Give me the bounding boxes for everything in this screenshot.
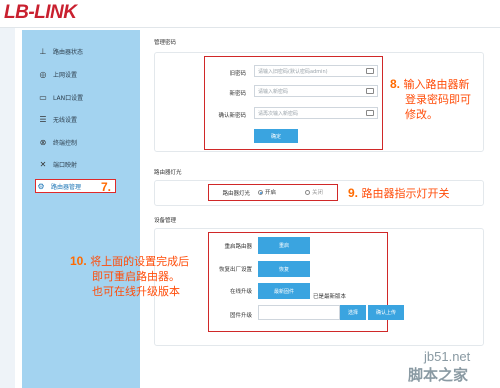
- factory-reset-button[interactable]: 恢复: [258, 261, 310, 277]
- new-password-input[interactable]: 请输入新密码: [254, 85, 378, 97]
- factory-reset-label: 恢复出厂设置: [218, 267, 252, 273]
- radio-selected-icon: [258, 190, 263, 195]
- port-mapping-icon: ✕: [39, 159, 47, 169]
- device-section-title: 设备管理: [154, 218, 177, 224]
- keyboard-icon[interactable]: [366, 88, 374, 94]
- sidebar-item-label: 路由器状态: [53, 48, 84, 56]
- confirm-password-button[interactable]: 确定: [254, 129, 298, 143]
- annotation-9: 9. 路由器指示灯开关: [348, 186, 450, 200]
- reboot-label: 重启路由器: [224, 244, 252, 250]
- latest-firmware-button[interactable]: 最新固件: [258, 283, 310, 299]
- light-label: 路由器灯光: [222, 191, 250, 197]
- firmware-file-input[interactable]: [258, 305, 340, 320]
- annotation-7: 7.: [101, 180, 112, 194]
- online-upgrade-label: 在线升级: [229, 289, 252, 295]
- old-password-input[interactable]: 请输入旧密码(默认密码admin): [254, 65, 378, 77]
- sidebar-item-internet-settings[interactable]: ◎ 上网设置: [38, 67, 138, 81]
- router-status-icon: ⊥: [39, 46, 47, 56]
- firmware-upgrade-label: 固件升级: [229, 313, 252, 319]
- confirm-password-label: 确认新密码: [218, 113, 246, 119]
- sidebar-item-wireless-settings[interactable]: ☰ 无线设置: [38, 112, 138, 126]
- sidebar-item-label: 终端控制: [53, 139, 78, 147]
- password-section-title: 管理密码: [154, 40, 177, 46]
- globe-icon: ◎: [39, 69, 47, 79]
- new-password-label: 新密码: [229, 91, 246, 97]
- sidebar-item-terminal-control[interactable]: ⊗ 终端控制: [38, 135, 138, 149]
- keyboard-icon[interactable]: [366, 68, 374, 74]
- confirm-upload-button[interactable]: 确认上传: [368, 305, 404, 320]
- annotation-8: 8. 输入路由器新 登录密码即可 修改。: [390, 77, 471, 121]
- sidebar-item-label: 无线设置: [53, 116, 78, 124]
- sidebar-item-label: 上网设置: [53, 71, 78, 79]
- online-upgrade-status: 已是最新版本: [313, 294, 347, 300]
- light-off-radio[interactable]: 关闭: [305, 188, 323, 196]
- gear-icon: ⚙: [37, 181, 45, 191]
- wifi-icon: ☰: [39, 114, 47, 124]
- watermark-site: jb51.net: [424, 349, 471, 364]
- sidebar-item-label: LAN口设置: [53, 94, 84, 102]
- top-header: LB-LINK: [0, 0, 500, 28]
- lb-link-logo: LB-LINK: [4, 2, 77, 23]
- old-password-label: 旧密码: [229, 71, 246, 77]
- light-section-title: 路由器灯光: [154, 170, 182, 176]
- sidebar: ⊥ 路由器状态 ◎ 上网设置 ▭ LAN口设置 ☰ 无线设置 ⊗ 终端控制 ✕ …: [22, 30, 140, 388]
- radio-unselected-icon: [305, 190, 310, 195]
- confirm-password-input[interactable]: 请再次输入新密码: [254, 107, 378, 119]
- sidebar-item-port-mapping[interactable]: ✕ 端口映射: [38, 157, 138, 171]
- annotation-10: 10. 将上面的设置完成后 即可重启路由器。 也可在线升级版本: [70, 254, 190, 298]
- watermark-name: 脚本之家: [408, 366, 469, 384]
- keyboard-icon[interactable]: [366, 110, 374, 116]
- choose-file-button[interactable]: 选择: [340, 305, 366, 320]
- sidebar-item-router-status[interactable]: ⊥ 路由器状态: [38, 44, 138, 58]
- sidebar-item-lan-settings[interactable]: ▭ LAN口设置: [38, 90, 138, 104]
- terminal-control-icon: ⊗: [39, 137, 47, 147]
- light-on-radio[interactable]: 开启: [258, 188, 276, 196]
- reboot-button[interactable]: 重启: [258, 237, 310, 254]
- lan-port-icon: ▭: [39, 92, 47, 102]
- sidebar-item-label: 路由器管理: [51, 183, 82, 191]
- sidebar-item-label: 端口映射: [53, 161, 78, 169]
